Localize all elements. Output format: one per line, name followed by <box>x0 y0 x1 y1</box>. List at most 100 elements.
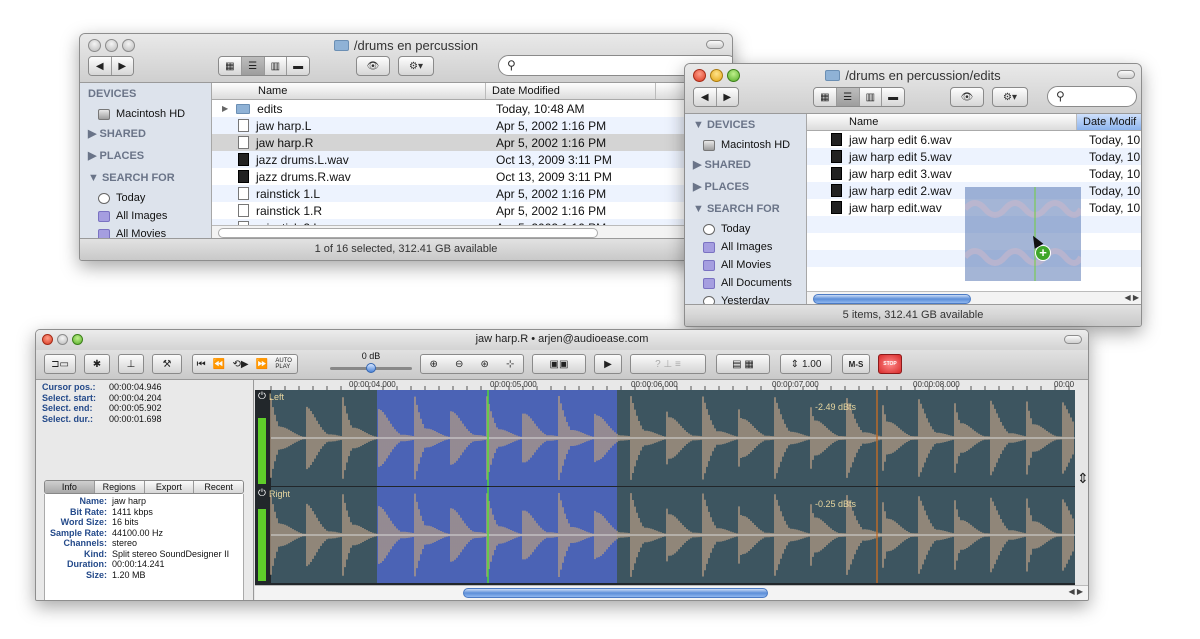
waveform-scrollbar[interactable]: ◀ ▶ <box>255 585 1088 600</box>
scroll-thumb[interactable] <box>218 228 598 238</box>
sidebar-section-header[interactable]: ▶ SHARED <box>80 123 211 145</box>
waveform-view[interactable]: 00:00:04.000 00:00:05.000 00:00:06.000 00:0… <box>255 380 1075 585</box>
sidebar-item[interactable]: All Movies <box>685 256 806 274</box>
mid-side-button[interactable]: M-S <box>842 354 870 374</box>
zoom-out-icon[interactable]: ⊖ <box>455 359 463 370</box>
waveform-scroll-thumb[interactable] <box>463 588 768 598</box>
icon-view-button[interactable]: ▦ <box>219 57 242 75</box>
audio-track-left[interactable]: ⏻ Left -2.49 dBfs <box>255 390 1075 486</box>
play-selection-button[interactable]: ▶ <box>594 354 622 374</box>
sidebar-section-header[interactable]: ▼ SEARCH FOR <box>685 198 806 220</box>
list-view-button[interactable]: ☰ <box>836 88 860 106</box>
sidebar-item[interactable]: Macintosh HD <box>80 105 211 123</box>
power-icon[interactable]: ⏻ <box>258 488 266 499</box>
zoom-value-stepper[interactable]: ⇕ 1.00 <box>780 354 832 374</box>
sidebar-item[interactable]: All Images <box>685 238 806 256</box>
zoom-button[interactable] <box>72 334 83 345</box>
sidebar-item[interactable]: Macintosh HD <box>685 136 806 154</box>
search-field[interactable]: ⚲ <box>1047 86 1137 107</box>
info-tab[interactable]: Export <box>144 481 195 493</box>
gain-slider-knob[interactable] <box>366 363 376 373</box>
name-column-header[interactable]: Name <box>212 83 486 99</box>
loop-play-button[interactable]: ⟲▶ <box>232 359 248 370</box>
coverflow-view-button[interactable]: ▬ <box>287 57 309 75</box>
zoom-fit-icon[interactable]: ⊹ <box>506 359 514 370</box>
forward-button[interactable]: ▶ <box>111 57 133 75</box>
sidebar-item[interactable]: All Images <box>80 207 211 225</box>
file-row[interactable]: jazz drums.L.wavOct 13, 2009 3:11 PM1 <box>212 151 732 168</box>
file-row[interactable]: jaw harp edit 5.wav Today, 10 <box>807 148 1141 165</box>
sidebar-section-header[interactable]: ▶ PLACES <box>80 145 211 167</box>
back-button[interactable]: ◀ <box>694 88 717 106</box>
quick-look-button[interactable]: 👁 <box>356 56 390 76</box>
finder2-titlebar[interactable]: /drums en percussion/edits ◀ ▶ ▦ ☰ ▥ ▬ 👁 ⚙▾ … <box>685 64 1141 114</box>
sidebar-item[interactable]: Today <box>80 189 211 207</box>
audio-titlebar[interactable]: jaw harp.R • arjen@audioease.com <box>36 330 1088 350</box>
sidebar-section-header[interactable]: ▼ SEARCH FOR <box>80 167 211 189</box>
list-header: Name Date Modif <box>807 114 1141 131</box>
toolbar-toggle-button[interactable] <box>1117 70 1135 79</box>
action-menu-button[interactable]: ⚙▾ <box>992 87 1028 107</box>
zoom-selection-icon[interactable]: ⊛ <box>481 359 489 370</box>
disclosure-triangle-icon[interactable]: ▶ <box>222 104 228 113</box>
time-ruler[interactable]: 00:00:04.000 00:00:05.000 00:00:06.000 00:0… <box>255 380 1075 390</box>
name-column-header[interactable]: Name <box>807 114 1077 130</box>
page-buttons[interactable]: ▤ ▦ <box>716 354 770 374</box>
gain-slider[interactable]: 0 dB <box>326 351 416 377</box>
back-button[interactable]: ◀ <box>89 57 112 75</box>
toolbar-toggle-button[interactable] <box>1064 335 1082 344</box>
file-row[interactable]: jaw harp.R Apr 5, 2002 1:16 PM <box>212 134 732 151</box>
go-to-start-button[interactable]: ⏮ <box>197 359 206 370</box>
close-button[interactable] <box>42 334 53 345</box>
sidebar-section-header[interactable]: ▶ PLACES <box>685 176 806 198</box>
date-column-header[interactable]: Date Modified <box>486 83 656 99</box>
quick-look-button[interactable]: 👁 <box>950 87 984 107</box>
icon-view-button[interactable]: ▦ <box>814 88 837 106</box>
vertical-resize-handle[interactable]: ⇕ <box>1077 470 1088 487</box>
forward-button[interactable]: ▶ <box>716 88 738 106</box>
auto-play-button[interactable]: AUTO PLAY <box>275 358 293 370</box>
action-menu-button[interactable]: ⚙▾ <box>398 56 434 76</box>
cut-tool-button[interactable]: ⊐▭ <box>44 354 76 374</box>
scroll-arrows[interactable]: ◀ ▶ <box>1068 587 1083 596</box>
info-tab[interactable]: Recent <box>194 481 243 493</box>
info-tab[interactable]: Regions Marke... <box>94 481 145 493</box>
sidebar-item-label: All Images <box>721 241 773 253</box>
zoom-in-icon[interactable]: ⊕ <box>430 359 438 370</box>
sidebar-section-header[interactable]: DEVICES <box>80 83 211 105</box>
file-row[interactable]: rainstick 1.L Apr 5, 2002 1:16 PM <box>212 185 732 202</box>
list-view-button[interactable]: ☰ <box>241 57 265 75</box>
rewind-button[interactable]: ⏪ <box>213 359 225 370</box>
info-tab[interactable]: Info <box>45 481 95 493</box>
file-row[interactable]: jaw harp edit 6.wav Today, 10 <box>807 131 1141 148</box>
freeze-button[interactable]: ✱ <box>84 354 110 374</box>
file-row[interactable]: rainstick 1.R Apr 5, 2002 1:16 PM <box>212 202 732 219</box>
sidebar-section-header[interactable]: ▶ SHARED <box>685 154 806 176</box>
sidebar-section-header[interactable]: ▼ DEVICES <box>685 114 806 136</box>
file-row[interactable]: ▶ edits Today, 10:48 AM <box>212 100 732 117</box>
file-row[interactable]: jaw harp edit 3.wav Today, 10 <box>807 165 1141 182</box>
fast-forward-button[interactable]: ⏩ <box>256 359 268 370</box>
search-icon: ⚲ <box>507 58 516 72</box>
sidebar-item[interactable]: All Documents <box>685 274 806 292</box>
hammer-tool-button[interactable]: ⚒ <box>152 354 182 374</box>
coverflow-view-button[interactable]: ▬ <box>882 88 904 106</box>
region-buttons[interactable]: ▣▣ <box>532 354 586 374</box>
scroll-thumb[interactable] <box>813 294 971 304</box>
sidebar-item[interactable]: Today <box>685 220 806 238</box>
column-view-button[interactable]: ▥ <box>264 57 288 75</box>
toolbar-toggle-button[interactable] <box>706 40 724 49</box>
file-row[interactable]: jazz drums.R.wavOct 13, 2009 3:11 PM1 <box>212 168 732 185</box>
minimize-button[interactable] <box>57 334 68 345</box>
selection-tool-button[interactable]: ⊥ <box>118 354 144 374</box>
file-info-value: 16 bits <box>112 517 139 527</box>
help-marker-buttons[interactable]: ? ⊥ ≡ <box>630 354 706 374</box>
scroll-arrows[interactable]: ◀ ▶ <box>1124 293 1139 302</box>
file-row[interactable]: jaw harp.L Apr 5, 2002 1:16 PM <box>212 117 732 134</box>
column-view-button[interactable]: ▥ <box>859 88 883 106</box>
finder1-titlebar[interactable]: /drums en percussion ◀ ▶ ▦ ☰ ▥ ▬ 👁 ⚙▾ ⚲ <box>80 34 732 83</box>
audio-track-right[interactable]: ⏻ Right -0.25 dBfs <box>255 487 1075 583</box>
stop-button[interactable]: STOP <box>878 354 902 374</box>
power-icon[interactable]: ⏻ <box>258 391 266 402</box>
date-column-header[interactable]: Date Modif <box>1077 114 1141 130</box>
